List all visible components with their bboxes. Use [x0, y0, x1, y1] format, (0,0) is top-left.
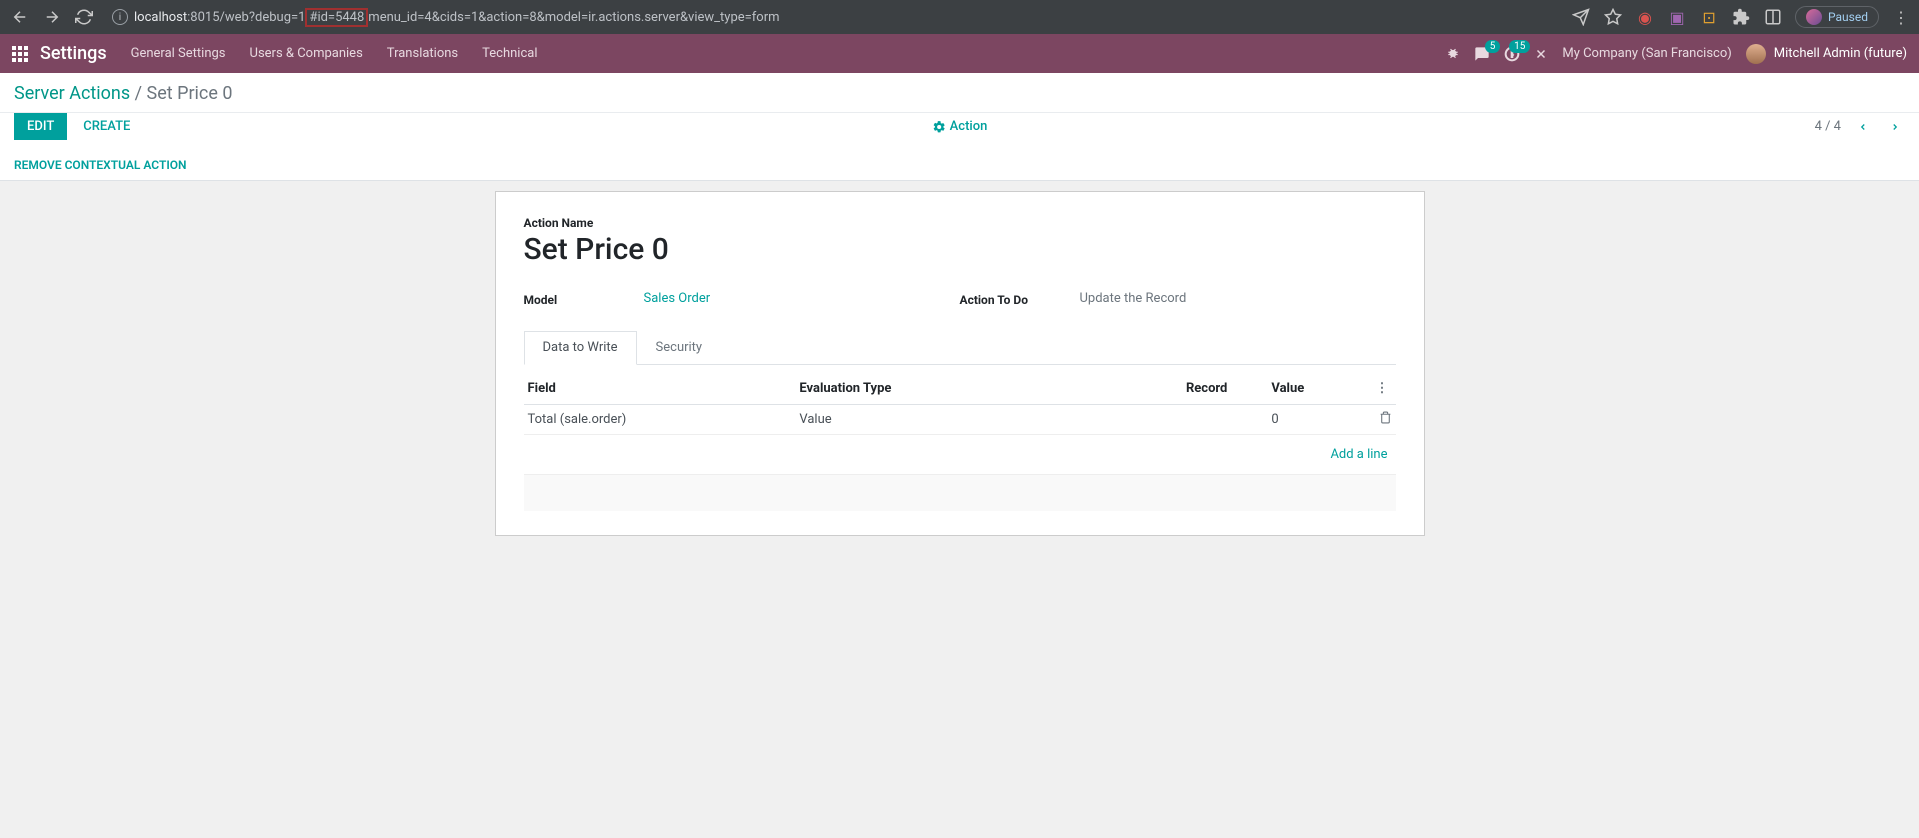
messages-icon[interactable]: 5 — [1474, 46, 1490, 62]
data-to-write-table: Field Evaluation Type Record Value ⋮ Tot… — [524, 373, 1396, 511]
user-avatar-icon — [1746, 44, 1766, 64]
browser-chrome: i localhost:8015/web?debug=1#id=5448menu… — [0, 0, 1919, 34]
url-text: localhost:8015/web?debug=1#id=5448menu_i… — [134, 10, 780, 25]
extensions-icon[interactable] — [1731, 7, 1751, 27]
pager-text: 4 / 4 — [1815, 119, 1841, 134]
nav-users-companies[interactable]: Users & Companies — [250, 46, 363, 61]
star-icon[interactable] — [1603, 7, 1623, 27]
url-bar[interactable]: i localhost:8015/web?debug=1#id=5448menu… — [104, 9, 1563, 25]
remove-contextual-action[interactable]: REMOVE CONTEXTUAL ACTION — [14, 158, 187, 172]
profile-paused[interactable]: Paused — [1795, 6, 1879, 28]
pager-next-icon[interactable] — [1885, 120, 1905, 134]
messages-badge: 5 — [1485, 40, 1501, 53]
nav-translations[interactable]: Translations — [387, 46, 458, 61]
breadcrumb: Server Actions / Set Price 0 — [14, 83, 1905, 104]
th-record[interactable]: Record — [1050, 373, 1267, 405]
table-footer-row — [524, 475, 1396, 511]
window-icon[interactable] — [1763, 7, 1783, 27]
create-button[interactable]: CREATE — [71, 114, 142, 139]
breadcrumb-parent[interactable]: Server Actions — [14, 83, 130, 104]
user-menu[interactable]: Mitchell Admin (future) — [1746, 44, 1907, 64]
sub-control-bar: REMOVE CONTEXTUAL ACTION — [0, 150, 1919, 181]
send-icon[interactable] — [1571, 7, 1591, 27]
debug-icon[interactable] — [1446, 47, 1460, 61]
th-eval-type[interactable]: Evaluation Type — [795, 373, 1050, 405]
close-tray-icon[interactable] — [1534, 47, 1548, 61]
extension-icon-3[interactable]: ⊡ — [1699, 7, 1719, 27]
table-options-icon[interactable]: ⋮ — [1376, 381, 1389, 396]
action-name-value: Set Price 0 — [524, 232, 1396, 267]
paused-label: Paused — [1828, 10, 1868, 24]
notebook-tabs: Data to Write Security — [524, 331, 1396, 365]
sheet-container: Action Name Set Price 0 Model Sales Orde… — [0, 181, 1919, 536]
gear-icon — [932, 120, 946, 134]
user-name: Mitchell Admin (future) — [1774, 46, 1907, 61]
form-sheet: Action Name Set Price 0 Model Sales Orde… — [495, 191, 1425, 536]
breadcrumb-bar: Server Actions / Set Price 0 — [0, 73, 1919, 113]
activities-icon[interactable]: 15 — [1504, 46, 1520, 62]
model-value[interactable]: Sales Order — [644, 291, 711, 307]
profile-avatar-icon — [1806, 9, 1822, 25]
cell-eval-type: Value — [795, 405, 1050, 435]
app-nav: Settings General Settings Users & Compan… — [0, 34, 1919, 73]
cell-value: 0 — [1267, 405, 1371, 435]
breadcrumb-current: Set Price 0 — [147, 83, 233, 104]
menu-icon[interactable]: ⋮ — [1891, 8, 1911, 27]
action-name-label: Action Name — [524, 216, 1396, 230]
cell-field: Total (sale.order) — [524, 405, 796, 435]
action-label: Action — [950, 119, 988, 134]
action-dropdown[interactable]: Action — [932, 119, 988, 134]
site-info-icon[interactable]: i — [112, 9, 128, 25]
back-icon[interactable] — [8, 5, 32, 29]
trash-icon[interactable] — [1379, 413, 1392, 428]
action-to-do-label: Action To Do — [960, 291, 1080, 307]
edit-button[interactable]: EDIT — [14, 113, 67, 140]
reload-icon[interactable] — [72, 5, 96, 29]
control-bar: EDIT CREATE Action 4 / 4 — [0, 113, 1919, 150]
tab-security[interactable]: Security — [637, 331, 722, 364]
add-line[interactable]: Add a line — [528, 441, 1392, 468]
activities-badge: 15 — [1509, 40, 1530, 53]
pager-prev-icon[interactable] — [1853, 120, 1873, 134]
nav-technical[interactable]: Technical — [482, 46, 537, 61]
extension-icon-2[interactable]: ▣ — [1667, 7, 1687, 27]
action-to-do-value: Update the Record — [1080, 291, 1187, 307]
th-field[interactable]: Field — [524, 373, 796, 405]
apps-icon[interactable] — [12, 46, 28, 62]
company-selector[interactable]: My Company (San Francisco) — [1562, 46, 1731, 61]
nav-general-settings[interactable]: General Settings — [131, 46, 226, 61]
url-highlight: #id=5448 — [305, 8, 368, 27]
table-row[interactable]: Total (sale.order) Value 0 — [524, 405, 1396, 435]
extension-icon-1[interactable]: ◉ — [1635, 7, 1655, 27]
tab-data-to-write[interactable]: Data to Write — [524, 331, 637, 365]
th-value[interactable]: Value — [1267, 373, 1371, 405]
model-label: Model — [524, 291, 644, 307]
cell-record — [1050, 405, 1267, 435]
app-title[interactable]: Settings — [40, 43, 107, 64]
forward-icon[interactable] — [40, 5, 64, 29]
pager: 4 / 4 — [1815, 119, 1905, 134]
